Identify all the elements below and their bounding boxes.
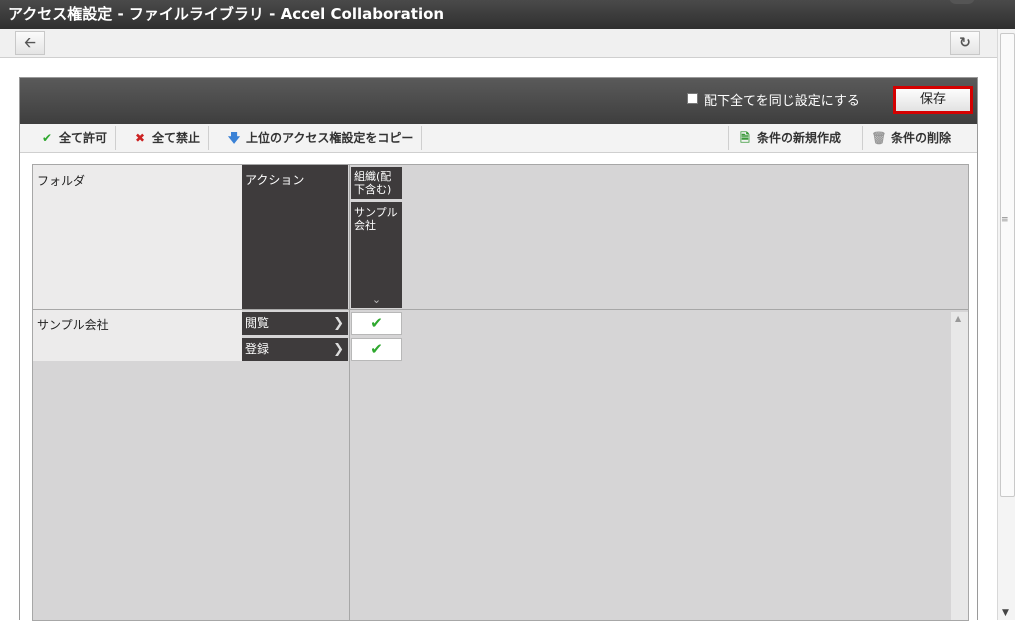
subject-label: サンプル会社 <box>354 206 398 232</box>
action-register[interactable]: 登録 ❯ <box>242 338 348 361</box>
delete-condition-button[interactable]: 🗑 条件の削除 <box>862 126 959 150</box>
check-icon: ✔ <box>370 340 383 358</box>
scrollbar-thumb[interactable] <box>1000 33 1015 497</box>
action-header-cell: アクション <box>242 165 348 309</box>
chevron-right-icon: ❯ <box>333 342 344 357</box>
refresh-icon: ↻ <box>959 35 971 51</box>
refresh-button[interactable]: ↻ <box>950 31 980 55</box>
panel-header: 配下全てを同じ設定にする 保存 <box>20 78 977 124</box>
left-column-empty <box>33 361 350 620</box>
copy-parent-button[interactable]: 🡇 上位のアクセス権設定をコピー <box>218 126 423 150</box>
arrow-down-icon: 🡇 <box>227 131 241 145</box>
company-row-label: サンプル会社 <box>37 318 109 332</box>
chevron-down-icon[interactable]: ⌄ <box>351 293 402 306</box>
subject-header[interactable]: サンプル会社 ⌄ <box>351 202 402 308</box>
action-view[interactable]: 閲覧 ❯ <box>242 312 348 335</box>
folder-header: フォルダ <box>37 174 86 188</box>
deny-all-button[interactable]: ✖ 全て禁止 <box>124 126 210 150</box>
window-control[interactable] <box>949 0 975 4</box>
arrow-left-icon: 🡠 <box>24 35 36 51</box>
window-titlebar: アクセス権設定 - ファイルライブラリ - Accel Collaboratio… <box>0 0 1015 29</box>
scroll-up-icon[interactable]: ▲ <box>955 314 961 323</box>
org-header: 組織(配下含む) <box>351 167 402 199</box>
new-condition-button[interactable]: 🗎 条件の新規作成 <box>728 126 849 150</box>
cross-icon: ✖ <box>134 131 146 145</box>
check-icon: ✔ <box>41 131 53 145</box>
grid-scrollbar[interactable]: ▲ <box>951 312 968 620</box>
save-button[interactable]: 保存 <box>893 86 973 114</box>
check-icon: ✔ <box>370 314 383 332</box>
window-title: アクセス権設定 - ファイルライブラリ - Accel Collaboratio… <box>8 5 445 23</box>
apply-all-label[interactable]: 配下全てを同じ設定にする <box>704 90 860 109</box>
apply-all-checkbox[interactable] <box>687 93 698 104</box>
chevron-right-icon: ❯ <box>333 316 344 331</box>
action-header: アクション <box>245 173 305 187</box>
new-document-icon: 🗎 <box>740 131 750 145</box>
column-divider <box>349 165 350 620</box>
nav-bar: 🡠 ↻ <box>0 29 997 58</box>
back-button[interactable]: 🡠 <box>15 31 45 55</box>
permission-register-cell[interactable]: ✔ <box>351 338 402 361</box>
grip-icon: ≡ <box>1001 215 1009 225</box>
page-scrollbar[interactable]: ≡ ▼ <box>997 29 1015 620</box>
folder-header-cell: フォルダ <box>33 165 243 310</box>
company-row-cell: サンプル会社 <box>33 310 242 361</box>
permission-grid: フォルダ アクション 組織(配下含む) サンプル会社 ⌄ サンプル会社 閲覧 ❯… <box>32 164 969 621</box>
scroll-down-icon[interactable]: ▼ <box>1002 608 1009 618</box>
access-settings-panel: 配下全てを同じ設定にする 保存 ✔ 全て許可 ✖ 全て禁止 🡇 上位のアクセス権設定を… <box>19 77 978 621</box>
permission-view-cell[interactable]: ✔ <box>351 312 402 335</box>
allow-all-button[interactable]: ✔ 全て許可 <box>31 126 117 150</box>
action-toolbar: ✔ 全て許可 ✖ 全て禁止 🡇 上位のアクセス権設定をコピー 🗎 条件の新規作成 🗑 条件… <box>20 124 977 153</box>
trash-icon: 🗑 <box>871 131 887 145</box>
